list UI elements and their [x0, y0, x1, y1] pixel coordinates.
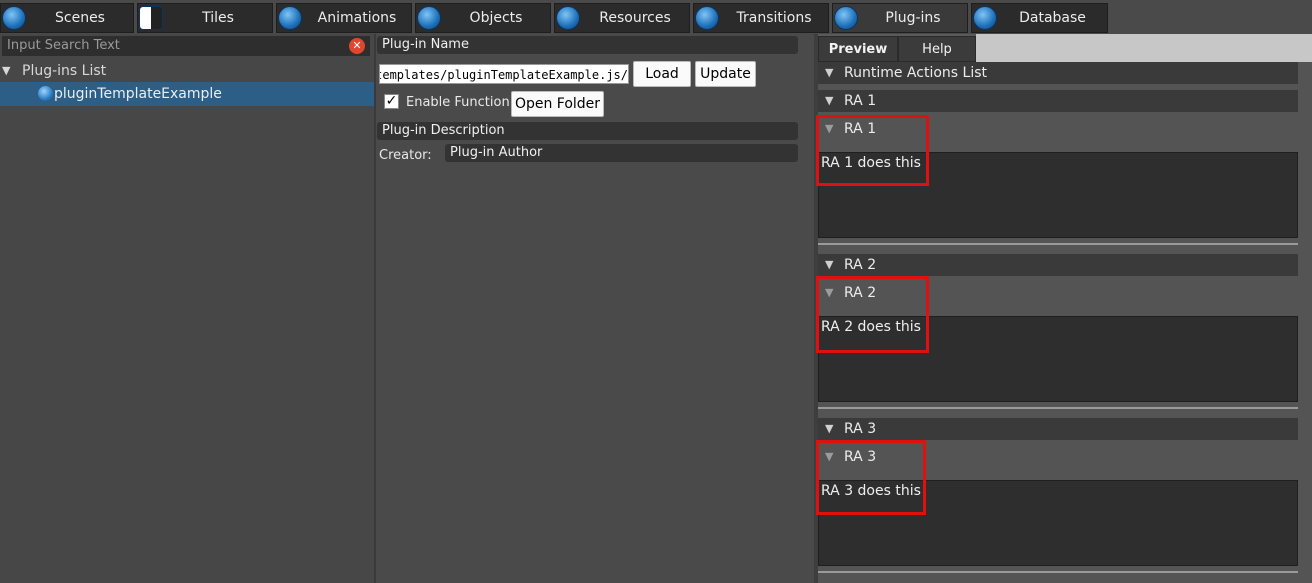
objects-icon	[417, 6, 441, 30]
tab-objects[interactable]: Objects	[415, 3, 551, 33]
action-section-ra1[interactable]: ▼ RA 1	[818, 90, 1298, 112]
resources-icon	[556, 6, 580, 30]
tab-label: Tiles	[202, 10, 234, 26]
collapse-arrow-icon[interactable]: ▼	[825, 62, 833, 84]
plugin-name-header: Plug-in Name	[377, 36, 798, 54]
plugin-details-panel: Plug-in Name /templates/pluginTemplateEx…	[376, 34, 814, 583]
collapse-arrow-icon[interactable]: ▼	[825, 254, 833, 276]
tree-root-label: Plug-ins List	[22, 63, 107, 79]
tab-strip-filler	[976, 34, 1312, 62]
separator	[818, 243, 1298, 245]
tab-label: Scenes	[55, 10, 105, 26]
action-section-ra2[interactable]: ▼ RA 2	[818, 254, 1298, 276]
tab-label: Resources	[599, 10, 671, 26]
tab-preview[interactable]: Preview	[818, 36, 898, 62]
animations-icon	[278, 6, 302, 30]
open-folder-button[interactable]: Open Folder	[511, 91, 604, 117]
plugin-description-header: Plug-in Description	[377, 122, 798, 140]
tab-help[interactable]: Help	[898, 36, 976, 62]
database-icon	[973, 6, 997, 30]
expand-arrow-icon[interactable]: ▼	[2, 60, 10, 82]
tree-item-plugin[interactable]: pluginTemplateExample	[0, 82, 374, 106]
highlight-box-ra2	[816, 276, 929, 353]
separator	[818, 571, 1298, 573]
tab-plugins[interactable]: Plug-ins	[832, 3, 968, 33]
section-title: RA 2	[844, 257, 877, 273]
runtime-actions-panel: Preview Help ▼ Runtime Actions List ▼ RA…	[816, 34, 1312, 583]
tiles-icon	[139, 6, 163, 30]
enable-function-checkbox[interactable]: ✓	[384, 94, 399, 109]
clear-search-icon[interactable]: ✕	[349, 38, 365, 54]
tab-label: Plug-ins	[885, 10, 941, 26]
tab-label: Transitions	[736, 10, 812, 26]
tab-animations[interactable]: Animations	[276, 3, 412, 33]
creator-field[interactable]: Plug-in Author	[445, 144, 798, 162]
tab-database[interactable]: Database	[971, 3, 1108, 33]
tab-tiles[interactable]: Tiles	[137, 3, 273, 33]
scenes-icon	[2, 6, 26, 30]
collapse-arrow-icon[interactable]: ▼	[825, 418, 833, 440]
main-tab-bar: Scenes Tiles Animations Objects Resource…	[0, 0, 1312, 34]
tab-label: Animations	[317, 10, 397, 26]
tab-resources[interactable]: Resources	[554, 3, 690, 33]
tree-item-label: pluginTemplateExample	[54, 86, 222, 102]
section-title: RA 1	[844, 93, 877, 109]
creator-label: Creator:	[379, 148, 432, 163]
tab-transitions[interactable]: Transitions	[693, 3, 829, 33]
section-title: Runtime Actions List	[844, 65, 987, 81]
tree-root-plugins-list[interactable]: ▼ Plug-ins List	[0, 60, 374, 82]
preview-help-tabs: Preview Help	[818, 34, 1312, 62]
plugin-list-panel: Input Search Text ✕ ▼ Plug-ins List plug…	[0, 34, 374, 583]
tab-label: Objects	[469, 10, 523, 26]
separator	[818, 407, 1298, 409]
tab-scenes[interactable]: Scenes	[0, 3, 134, 33]
enable-function-label: Enable Function	[406, 95, 510, 110]
highlight-box-ra1	[816, 115, 929, 186]
highlight-box-ra3	[816, 440, 926, 515]
plugin-path-field[interactable]: /templates/pluginTemplateExample.js	[379, 64, 629, 84]
transitions-icon	[695, 6, 719, 30]
action-section-ra3[interactable]: ▼ RA 3	[818, 418, 1298, 440]
tab-label: Database	[1019, 10, 1086, 26]
load-button[interactable]: Load	[633, 61, 691, 87]
plugins-icon	[834, 6, 858, 30]
section-title: RA 3	[844, 421, 877, 437]
search-input[interactable]: Input Search Text	[2, 36, 370, 56]
update-button[interactable]: Update	[695, 61, 756, 87]
collapse-arrow-icon[interactable]: ▼	[825, 90, 833, 112]
runtime-actions-list-header[interactable]: ▼ Runtime Actions List	[818, 62, 1298, 84]
plugin-icon	[38, 86, 53, 101]
